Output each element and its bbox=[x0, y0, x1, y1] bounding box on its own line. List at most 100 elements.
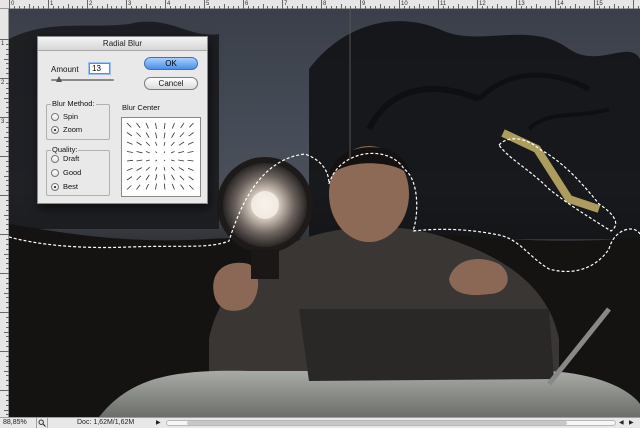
amount-slider-thumb[interactable] bbox=[56, 76, 63, 82]
blur-ray bbox=[136, 122, 141, 129]
cancel-button[interactable]: Cancel bbox=[144, 77, 198, 90]
radio-label: Spin bbox=[63, 112, 79, 121]
ruler-tick bbox=[48, 0, 49, 9]
blur-ray bbox=[126, 141, 133, 145]
ruler-tick bbox=[0, 351, 9, 352]
blur-ray bbox=[155, 174, 158, 181]
blur-center-label: Blur Center bbox=[122, 103, 160, 112]
blur-ray bbox=[136, 132, 142, 138]
document-size: Doc: 1,62M/1,62M bbox=[77, 419, 135, 426]
blur-ray bbox=[179, 132, 185, 138]
radio-button[interactable] bbox=[51, 169, 59, 177]
blur-ray bbox=[145, 174, 150, 181]
radio-button[interactable] bbox=[51, 113, 59, 121]
blur-ray bbox=[187, 151, 194, 153]
blur-ray bbox=[163, 167, 166, 171]
blur-ray bbox=[178, 151, 185, 154]
blur-ray bbox=[188, 184, 194, 190]
blur-ray bbox=[136, 159, 143, 162]
radio-button[interactable] bbox=[51, 126, 59, 134]
blur-ray bbox=[155, 132, 158, 139]
blur-center-preview[interactable] bbox=[121, 117, 201, 197]
ruler-tick bbox=[204, 0, 205, 9]
blur-ray bbox=[163, 132, 166, 139]
blur-ray bbox=[179, 175, 185, 181]
quality-title: Quality: bbox=[51, 145, 79, 154]
ruler-tick bbox=[0, 39, 9, 40]
blur-ray bbox=[145, 166, 151, 171]
ruler-tick bbox=[0, 234, 9, 235]
magnifier-icon[interactable] bbox=[36, 418, 48, 428]
amount-slider[interactable] bbox=[51, 76, 114, 82]
blur-ray bbox=[170, 166, 175, 171]
blur-ray bbox=[163, 151, 166, 154]
blur-ray bbox=[171, 159, 175, 162]
ok-button[interactable]: OK bbox=[144, 57, 198, 70]
blur-ray bbox=[171, 122, 175, 129]
horizontal-scrollbar[interactable] bbox=[166, 420, 616, 426]
blur-ray bbox=[163, 183, 166, 190]
amount-label: Amount bbox=[51, 65, 79, 74]
photoshop-window: 0 1 2 3 4 5 6 7 8 9 10 11 12 13 14 15 1 2 3 bbox=[0, 0, 640, 428]
amount-input[interactable] bbox=[89, 63, 110, 74]
blur-ray bbox=[126, 167, 133, 171]
ruler-tick bbox=[0, 390, 9, 391]
ruler-tick bbox=[9, 0, 10, 9]
ruler-tick bbox=[0, 312, 9, 313]
ruler-label: 2 bbox=[1, 80, 5, 86]
ruler-tick bbox=[438, 0, 439, 9]
radio-label: Good bbox=[63, 168, 82, 177]
blur-method-group: Blur Method: Spin Zoom bbox=[46, 100, 110, 140]
scroll-right-icon[interactable]: ▶ bbox=[629, 418, 634, 428]
ruler-tick bbox=[0, 117, 9, 118]
triangle-right-icon[interactable]: ▶ bbox=[156, 419, 161, 426]
ruler-tick bbox=[126, 0, 127, 9]
ruler-tick bbox=[360, 0, 361, 9]
blur-ray bbox=[170, 141, 175, 147]
blur-ray bbox=[145, 122, 149, 129]
ruler-tick bbox=[87, 0, 88, 9]
blur-ray bbox=[136, 151, 143, 154]
scroll-left-icon[interactable]: ◀ bbox=[619, 418, 624, 428]
blur-ray bbox=[187, 159, 194, 162]
blur-ray bbox=[163, 159, 166, 162]
ruler-tick bbox=[633, 0, 634, 9]
ruler-tick bbox=[321, 0, 322, 9]
radio-label: Draft bbox=[63, 154, 80, 163]
blur-ray bbox=[155, 151, 158, 154]
blur-ray bbox=[188, 176, 194, 181]
radio-button[interactable] bbox=[51, 155, 59, 163]
ruler-top[interactable]: 0 1 2 3 4 5 6 7 8 9 10 11 12 13 14 15 bbox=[0, 0, 640, 9]
ruler-tick bbox=[0, 195, 9, 196]
ruler-tick bbox=[0, 156, 9, 157]
blur-ray bbox=[126, 185, 132, 190]
ruler-tick bbox=[0, 78, 9, 79]
ruler-label: 1 bbox=[1, 41, 5, 47]
blur-ray bbox=[145, 132, 150, 138]
radio-button[interactable] bbox=[51, 183, 59, 191]
zoom-level[interactable]: 88,85% bbox=[3, 419, 27, 426]
radio-label: Zoom bbox=[63, 125, 83, 134]
blur-ray bbox=[171, 132, 175, 138]
ruler-left[interactable]: 1 2 3 bbox=[0, 9, 9, 417]
dialog-title[interactable]: Radial Blur bbox=[38, 37, 207, 51]
blur-ray bbox=[136, 175, 142, 181]
blur-ray bbox=[187, 141, 194, 145]
blur-ray bbox=[178, 159, 185, 162]
blur-ray bbox=[126, 159, 134, 162]
blur-ray bbox=[163, 141, 166, 146]
ruler-tick bbox=[477, 0, 478, 9]
scrollbar-thumb[interactable] bbox=[187, 421, 567, 425]
ruler-label: 3 bbox=[1, 119, 5, 125]
ruler-tick bbox=[555, 0, 556, 9]
blur-method-title: Blur Method: bbox=[51, 99, 96, 108]
blur-ray bbox=[126, 132, 133, 137]
blur-ray bbox=[178, 167, 185, 171]
ruler-tick bbox=[243, 0, 244, 9]
blur-ray bbox=[188, 132, 194, 137]
quality-group: Quality: Draft Good Best bbox=[46, 146, 110, 196]
blur-ray bbox=[145, 141, 151, 147]
blur-ray bbox=[180, 184, 185, 190]
ruler-tick bbox=[282, 0, 283, 9]
blur-ray bbox=[126, 122, 132, 128]
